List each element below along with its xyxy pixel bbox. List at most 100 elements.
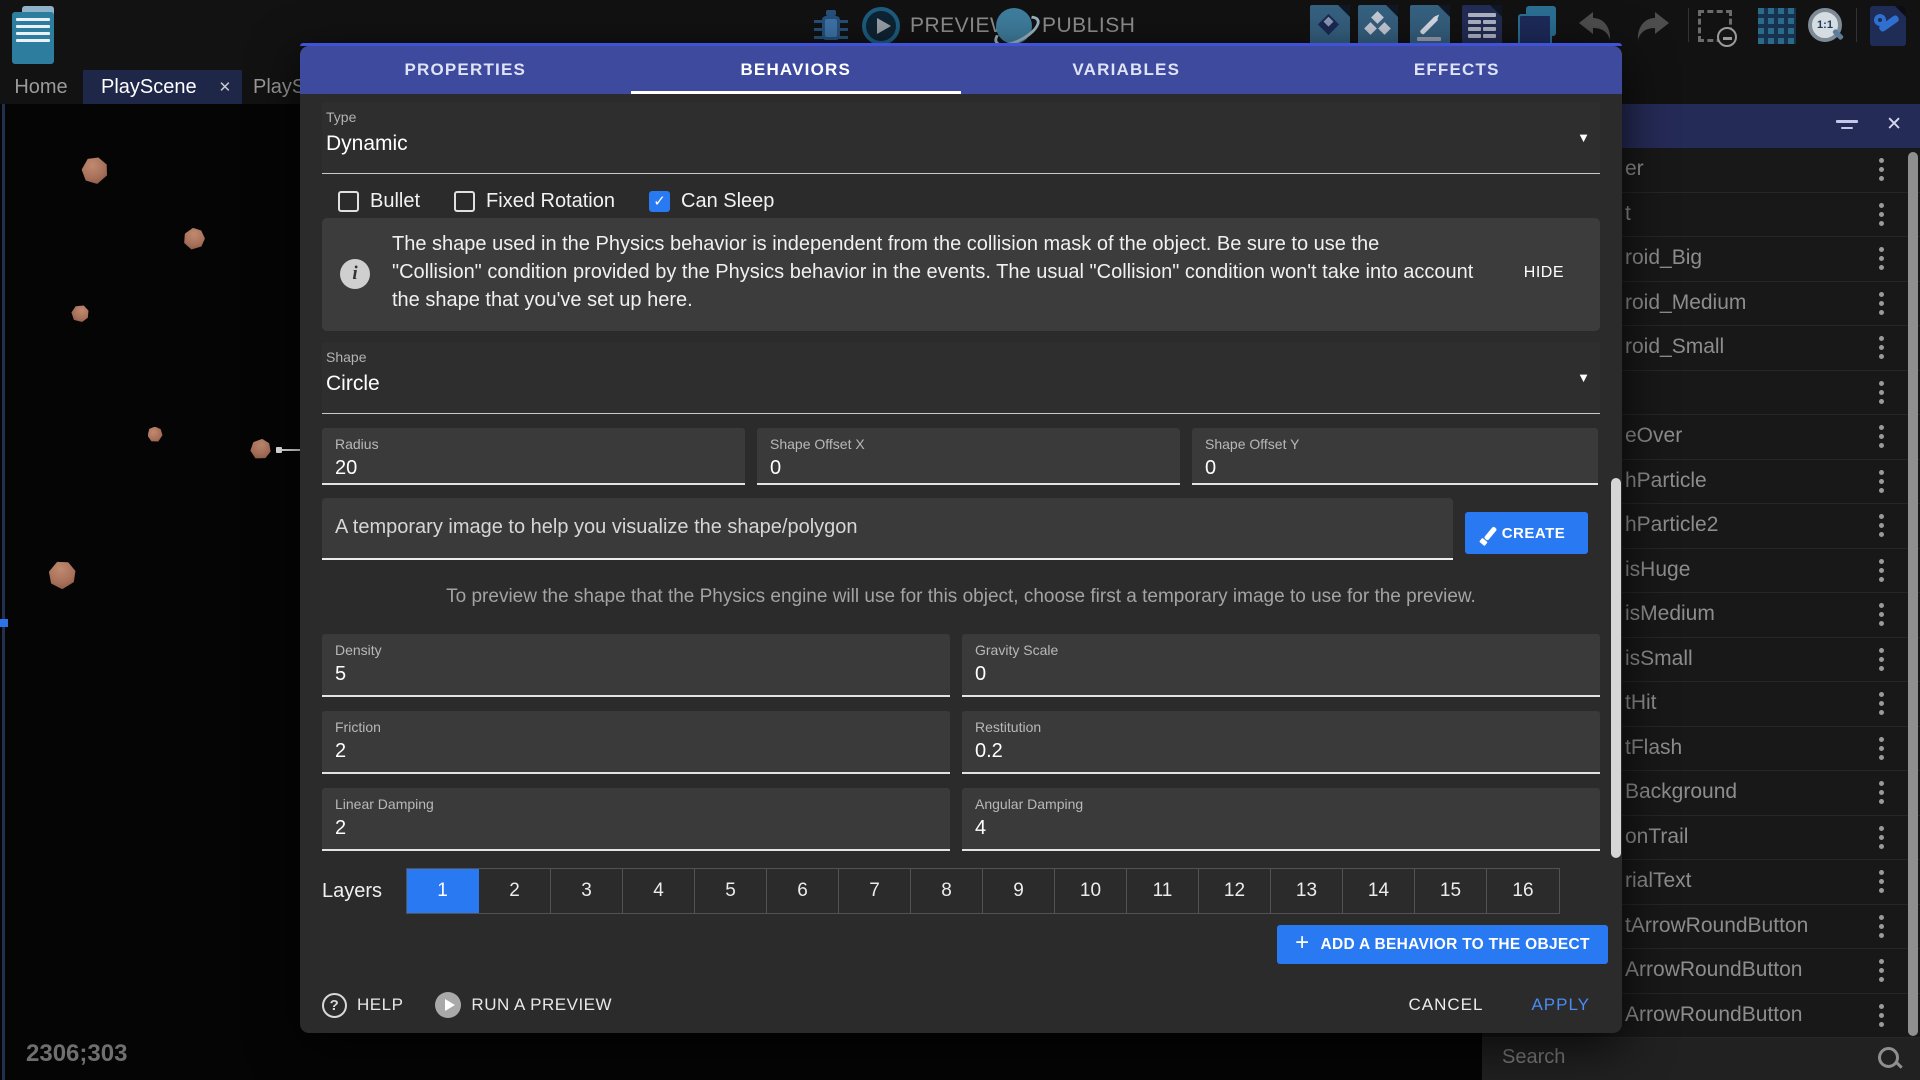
shape-offset-y-field[interactable]: Shape Offset Y 0 — [1192, 428, 1598, 485]
cancel-button[interactable]: CANCEL — [1408, 995, 1483, 1015]
temporary-image-input[interactable]: A temporary image to help you visualize … — [322, 498, 1453, 560]
gravity-scale-field[interactable]: Gravity Scale 0 — [962, 634, 1600, 697]
layer-button-11[interactable]: 11 — [1127, 869, 1199, 913]
friction-field[interactable]: Friction 2 — [322, 711, 950, 774]
asteroid-sprite[interactable] — [79, 154, 111, 186]
object-name: Background — [1625, 780, 1737, 804]
layer-button-13[interactable]: 13 — [1271, 869, 1343, 913]
object-name: roid_Small — [1625, 335, 1724, 359]
object-menu-icon[interactable] — [1879, 568, 1884, 573]
redo-button[interactable] — [1633, 8, 1673, 44]
layer-button-12[interactable]: 12 — [1199, 869, 1271, 913]
layer-button-3[interactable]: 3 — [551, 869, 623, 913]
object-menu-icon[interactable] — [1879, 879, 1884, 884]
angular-damping-field[interactable]: Angular Damping 4 — [962, 788, 1600, 851]
asteroid-sprite[interactable] — [44, 556, 80, 592]
properties-panel-button[interactable] — [1410, 5, 1450, 45]
layers-editor-button[interactable] — [1518, 6, 1560, 46]
tab-effects[interactable]: EFFECTS — [1292, 46, 1623, 94]
checkbox-checked-icon[interactable]: ✓ — [649, 191, 670, 212]
object-menu-icon[interactable] — [1879, 1013, 1884, 1018]
objects-editor-button[interactable] — [1310, 5, 1350, 45]
checkbox-unchecked-icon[interactable] — [338, 191, 359, 212]
debugger-button[interactable] — [812, 8, 850, 44]
create-button[interactable]: CREATE — [1465, 512, 1588, 554]
tab-properties[interactable]: PROPERTIES — [300, 46, 631, 94]
asteroid-sprite[interactable] — [179, 223, 209, 253]
publish-button[interactable]: PUBLISH — [996, 4, 1135, 48]
help-button[interactable]: ? HELP — [322, 993, 403, 1018]
layer-button-4[interactable]: 4 — [623, 869, 695, 913]
linear-damping-field[interactable]: Linear Damping 2 — [322, 788, 950, 851]
layer-button-8[interactable]: 8 — [911, 869, 983, 913]
tab-variables[interactable]: VARIABLES — [961, 46, 1292, 94]
object-name: tHit — [1625, 691, 1657, 715]
checkbox-bullet[interactable]: Bullet — [338, 190, 420, 213]
run-preview-button[interactable]: RUN A PREVIEW — [435, 992, 612, 1018]
object-menu-icon[interactable] — [1879, 256, 1884, 261]
layer-button-14[interactable]: 14 — [1343, 869, 1415, 913]
object-name: isHuge — [1625, 558, 1690, 582]
layer-button-5[interactable]: 5 — [695, 869, 767, 913]
close-panel-icon[interactable]: ✕ — [1886, 113, 1902, 136]
asteroid-sprite[interactable] — [69, 302, 91, 324]
dialog-scrollbar[interactable] — [1611, 478, 1621, 858]
layer-button-2[interactable]: 2 — [479, 869, 551, 913]
layer-button-9[interactable]: 9 — [983, 869, 1055, 913]
layer-button-7[interactable]: 7 — [839, 869, 911, 913]
object-menu-icon[interactable] — [1879, 968, 1884, 973]
object-menu-icon[interactable] — [1879, 212, 1884, 217]
object-menu-icon[interactable] — [1879, 701, 1884, 706]
checkbox-can-sleep[interactable]: ✓Can Sleep — [649, 190, 774, 213]
shape-offset-x-field[interactable]: Shape Offset X 0 — [757, 428, 1180, 485]
instances-list-button[interactable] — [1462, 5, 1502, 45]
project-manager-button[interactable] — [8, 4, 54, 50]
objects-panel-scrollbar[interactable] — [1908, 152, 1918, 1036]
filter-icon[interactable] — [1836, 120, 1858, 132]
radius-field[interactable]: Radius 20 — [322, 428, 745, 485]
object-menu-icon[interactable] — [1879, 479, 1884, 484]
hide-button[interactable]: HIDE — [1524, 264, 1564, 282]
layer-button-1[interactable]: 1 — [407, 869, 479, 913]
layer-button-15[interactable]: 15 — [1415, 869, 1487, 913]
object-menu-icon[interactable] — [1879, 345, 1884, 350]
layer-button-10[interactable]: 10 — [1055, 869, 1127, 913]
scene-settings-button[interactable] — [1870, 6, 1906, 46]
objects-search-bar[interactable]: Search — [1482, 1038, 1920, 1080]
object-menu-icon[interactable] — [1879, 523, 1884, 528]
apply-button[interactable]: APPLY — [1531, 995, 1590, 1015]
object-menu-icon[interactable] — [1879, 924, 1884, 929]
asteroid-sprite[interactable] — [247, 435, 275, 463]
restitution-field[interactable]: Restitution 0.2 — [962, 711, 1600, 774]
checkbox-unchecked-icon[interactable] — [454, 191, 475, 212]
object-menu-icon[interactable] — [1879, 390, 1884, 395]
object-menu-icon[interactable] — [1879, 167, 1884, 172]
toggle-grid-button[interactable] — [1758, 8, 1796, 44]
layer-button-6[interactable]: 6 — [767, 869, 839, 913]
object-groups-button[interactable] — [1358, 5, 1398, 45]
density-field[interactable]: Density 5 — [322, 634, 950, 697]
object-menu-icon[interactable] — [1879, 790, 1884, 795]
checkbox-fixed-rotation[interactable]: Fixed Rotation — [454, 190, 615, 213]
tab-behaviors[interactable]: BEHAVIORS — [631, 46, 962, 94]
object-menu-icon[interactable] — [1879, 835, 1884, 840]
shape-select[interactable]: Shape Circle ▼ — [322, 342, 1600, 414]
preview-button[interactable]: PREVIEW — [862, 4, 1010, 48]
object-name: isMedium — [1625, 602, 1715, 626]
zoom-reset-button[interactable]: 1:1 — [1806, 8, 1846, 46]
object-menu-icon[interactable] — [1879, 612, 1884, 617]
type-select[interactable]: Type Dynamic ▼ — [322, 102, 1600, 174]
object-menu-icon[interactable] — [1879, 657, 1884, 662]
search-input[interactable]: Search — [1502, 1046, 1565, 1069]
close-tab-icon[interactable]: ✕ — [219, 78, 232, 96]
tab-playscene[interactable]: PlayScene ✕ — [83, 70, 242, 104]
add-behavior-button[interactable]: + ADD A BEHAVIOR TO THE OBJECT — [1277, 925, 1608, 964]
delete-selection-button[interactable] — [1698, 10, 1732, 42]
object-menu-icon[interactable] — [1879, 434, 1884, 439]
object-menu-icon[interactable] — [1879, 301, 1884, 306]
undo-button[interactable] — [1575, 8, 1615, 44]
asteroid-sprite[interactable] — [148, 427, 163, 442]
tab-home[interactable]: Home — [10, 70, 72, 104]
layer-button-16[interactable]: 16 — [1487, 869, 1559, 913]
object-menu-icon[interactable] — [1879, 746, 1884, 751]
